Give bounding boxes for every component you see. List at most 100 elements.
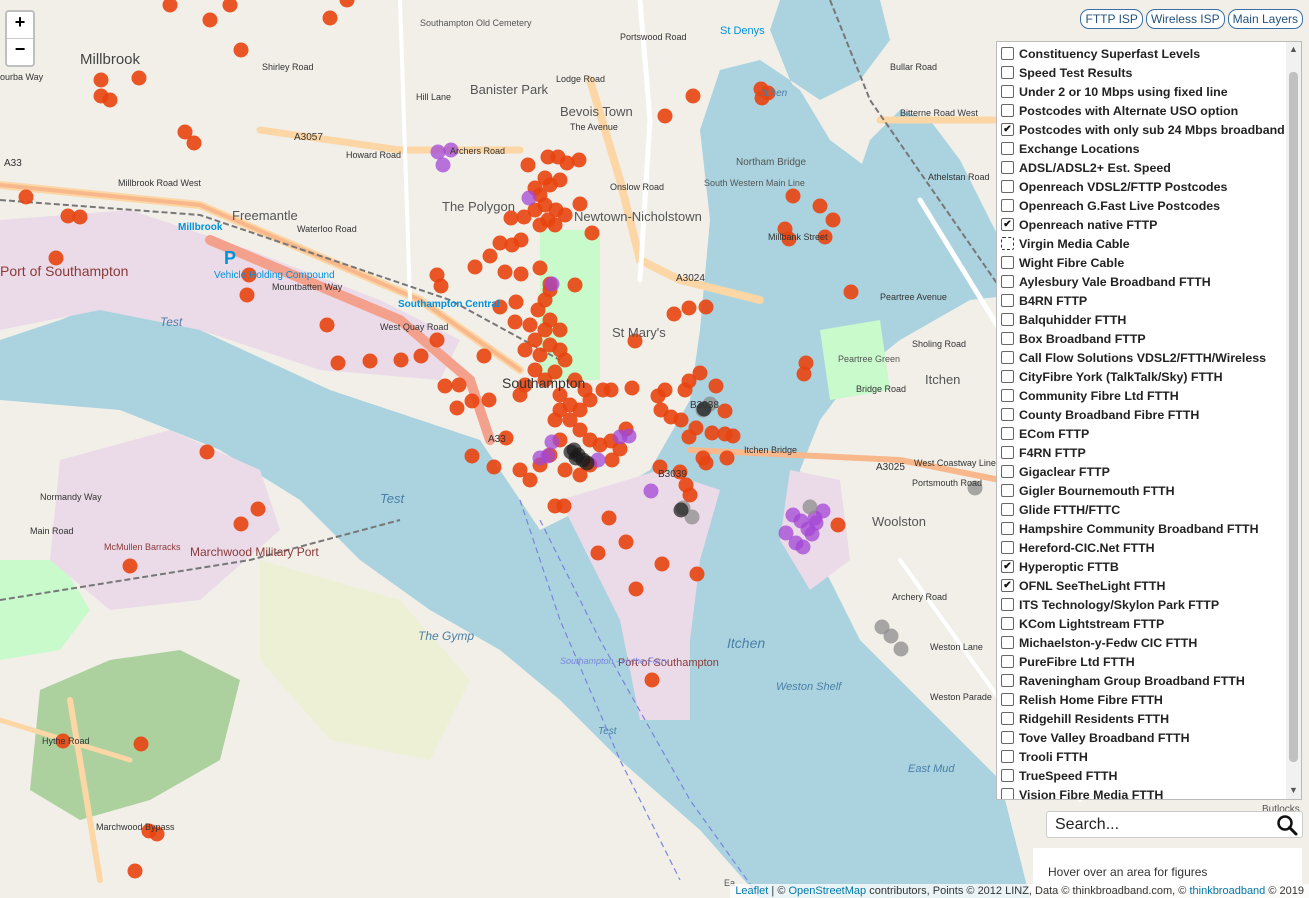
sub24-postcode-marker[interactable] <box>719 450 735 466</box>
hyperoptic-marker[interactable] <box>643 483 659 499</box>
sub24-postcode-marker[interactable] <box>725 428 741 444</box>
sub24-postcode-marker[interactable] <box>689 566 705 582</box>
layer-checkbox[interactable] <box>1001 541 1014 554</box>
layer-item[interactable]: F4RN FTTP <box>1001 443 1301 462</box>
layer-item[interactable]: TrueSpeed FTTH <box>1001 766 1301 785</box>
layer-checkbox[interactable] <box>1001 332 1014 345</box>
layer-checkbox[interactable] <box>1001 503 1014 516</box>
leaflet-link[interactable]: Leaflet <box>735 885 768 897</box>
sub24-postcode-marker[interactable] <box>322 10 338 26</box>
sub24-postcode-marker[interactable] <box>476 348 492 364</box>
sub24-postcode-marker[interactable] <box>681 429 697 445</box>
sub24-postcode-marker[interactable] <box>199 444 215 460</box>
hyperoptic-marker[interactable] <box>544 434 560 450</box>
layer-checkbox[interactable] <box>1001 66 1014 79</box>
hyperoptic-marker[interactable] <box>808 515 824 531</box>
scroll-down-icon[interactable]: ▼ <box>1286 785 1301 795</box>
sub24-postcode-marker[interactable] <box>513 232 529 248</box>
thinkbroadband-link[interactable]: thinkbroadband <box>1189 885 1265 897</box>
sub24-postcode-marker[interactable] <box>698 299 714 315</box>
sub24-postcode-marker[interactable] <box>695 450 711 466</box>
sub24-postcode-marker[interactable] <box>644 672 660 688</box>
layer-item[interactable]: Under 2 or 10 Mbps using fixed line <box>1001 82 1301 101</box>
sub24-postcode-marker[interactable] <box>72 209 88 225</box>
layer-item[interactable]: Call Flow Solutions VDSL2/FTTH/Wireless <box>1001 348 1301 367</box>
layer-checkbox[interactable] <box>1001 522 1014 535</box>
layer-item[interactable]: Balquhidder FTTH <box>1001 310 1301 329</box>
layer-item[interactable]: Tove Valley Broadband FTTH <box>1001 728 1301 747</box>
layer-checkbox[interactable] <box>1001 237 1014 250</box>
sub24-postcode-marker[interactable] <box>449 400 465 416</box>
sub24-postcode-marker[interactable] <box>122 558 138 574</box>
ofnl-marker[interactable] <box>893 641 909 657</box>
ofnl-marker[interactable] <box>802 499 818 515</box>
sub24-postcode-marker[interactable] <box>413 348 429 364</box>
sub24-postcode-marker[interactable] <box>657 108 673 124</box>
layer-checkbox[interactable] <box>1001 598 1014 611</box>
layer-item[interactable]: CityFibre York (TalkTalk/Sky) FTTH <box>1001 367 1301 386</box>
sub24-postcode-marker[interactable] <box>127 863 143 879</box>
layer-checkbox[interactable] <box>1001 731 1014 744</box>
openreach-fttp-marker[interactable] <box>673 502 689 518</box>
sub24-postcode-marker[interactable] <box>556 498 572 514</box>
sub24-postcode-marker[interactable] <box>362 353 378 369</box>
hyperoptic-marker[interactable] <box>532 450 548 466</box>
search-input[interactable] <box>1053 814 1277 836</box>
layer-item[interactable]: Openreach G.Fast Live Postcodes <box>1001 196 1301 215</box>
hyperoptic-marker[interactable] <box>544 276 560 292</box>
sub24-postcode-marker[interactable] <box>433 278 449 294</box>
sub24-postcode-marker[interactable] <box>93 72 109 88</box>
sub24-postcode-marker[interactable] <box>567 277 583 293</box>
layer-item[interactable]: Community Fibre Ltd FTTH <box>1001 386 1301 405</box>
sub24-postcode-marker[interactable] <box>464 448 480 464</box>
layer-item[interactable]: ✔ Postcodes with only sub 24 Mbps broadba… <box>1001 120 1301 139</box>
sub24-postcode-marker[interactable] <box>618 534 634 550</box>
layer-checkbox[interactable] <box>1001 104 1014 117</box>
layer-item[interactable]: Hampshire Community Broadband FTTH <box>1001 519 1301 538</box>
sub24-postcode-marker[interactable] <box>843 284 859 300</box>
layer-checkbox[interactable] <box>1001 484 1014 497</box>
layer-item[interactable]: Gigler Bournemouth FTTH <box>1001 481 1301 500</box>
sub24-postcode-marker[interactable] <box>239 287 255 303</box>
sub24-postcode-marker[interactable] <box>532 217 548 233</box>
layer-item[interactable]: Virgin Media Cable <box>1001 234 1301 253</box>
layer-item[interactable]: County Broadband Fibre FTTH <box>1001 405 1301 424</box>
sub24-postcode-marker[interactable] <box>685 88 701 104</box>
scroll-thumb[interactable] <box>1289 72 1298 762</box>
layer-checkbox[interactable]: ✔ <box>1001 123 1014 136</box>
sub24-postcode-marker[interactable] <box>650 388 666 404</box>
sub24-postcode-marker[interactable] <box>604 452 620 468</box>
layer-checkbox[interactable] <box>1001 351 1014 364</box>
layer-checkbox[interactable] <box>1001 655 1014 668</box>
layer-checkbox[interactable]: ✔ <box>1001 579 1014 592</box>
layer-item[interactable]: B4RN FTTP <box>1001 291 1301 310</box>
sub24-postcode-marker[interactable] <box>393 352 409 368</box>
sub24-postcode-marker[interactable] <box>592 437 608 453</box>
layer-checkbox[interactable]: ✔ <box>1001 560 1014 573</box>
layer-item[interactable]: Constituency Superfast Levels <box>1001 44 1301 63</box>
sub24-postcode-marker[interactable] <box>520 157 536 173</box>
sub24-postcode-marker[interactable] <box>467 259 483 275</box>
sub24-postcode-marker[interactable] <box>677 382 693 398</box>
sub24-postcode-marker[interactable] <box>673 412 689 428</box>
sub24-postcode-marker[interactable] <box>464 393 480 409</box>
sub24-postcode-marker[interactable] <box>482 248 498 264</box>
layer-item[interactable]: ECom FTTP <box>1001 424 1301 443</box>
sub24-postcode-marker[interactable] <box>522 472 538 488</box>
osm-link[interactable]: OpenStreetMap <box>788 885 866 897</box>
sub24-postcode-marker[interactable] <box>666 306 682 322</box>
layer-item[interactable]: ADSL/ADSL2+ Est. Speed <box>1001 158 1301 177</box>
wireless-isp-button[interactable]: Wireless ISP <box>1145 9 1225 29</box>
layer-item[interactable]: Hereford-CIC.Net FTTH <box>1001 538 1301 557</box>
layer-item[interactable]: KCom Lightstream FTTP <box>1001 614 1301 633</box>
search-icon[interactable] <box>1276 814 1298 836</box>
sub24-postcode-marker[interactable] <box>624 380 640 396</box>
sub24-postcode-marker[interactable] <box>590 545 606 561</box>
sub24-postcode-marker[interactable] <box>250 501 266 517</box>
sub24-postcode-marker[interactable] <box>704 425 720 441</box>
sub24-postcode-marker[interactable] <box>825 212 841 228</box>
sub24-postcode-marker[interactable] <box>812 198 828 214</box>
panel-scrollbar[interactable]: ▲ ▼ <box>1286 42 1301 799</box>
sub24-postcode-marker[interactable] <box>233 42 249 58</box>
sub24-postcode-marker[interactable] <box>330 355 346 371</box>
